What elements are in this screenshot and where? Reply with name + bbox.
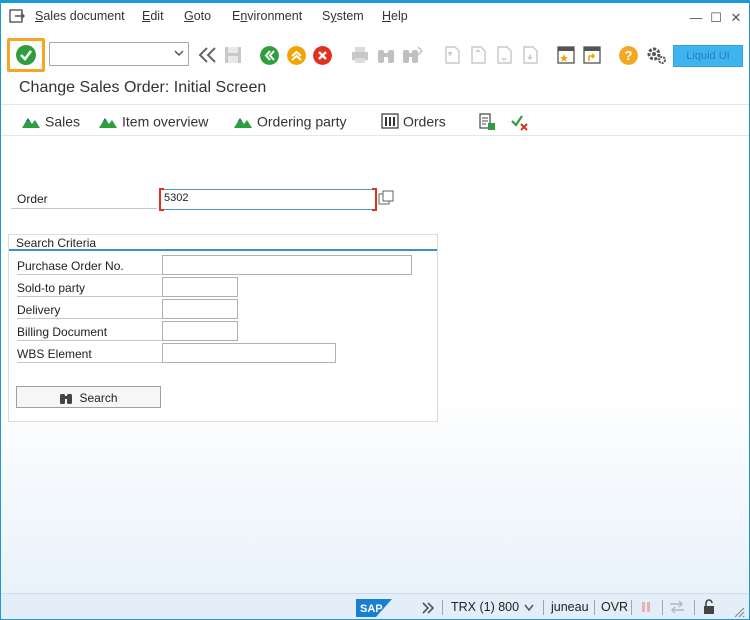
- search-criteria-title: Search Criteria: [9, 235, 437, 251]
- wbs-element-input[interactable]: [162, 343, 336, 363]
- double-chevron-right-icon[interactable]: [421, 601, 435, 615]
- menu-edit[interactable]: Edit: [142, 9, 164, 23]
- status-divider: [694, 600, 695, 615]
- mountain-chart-icon: [22, 118, 40, 129]
- sold-to-party-input[interactable]: [162, 277, 238, 297]
- chevron-down-icon[interactable]: [524, 604, 534, 612]
- svg-text:SAP: SAP: [360, 603, 383, 615]
- first-page-icon[interactable]: [441, 44, 463, 66]
- status-divider: [662, 600, 663, 615]
- wbs-element-label: WBS Element: [17, 344, 165, 363]
- transfer-icon: [670, 600, 684, 614]
- checkmark-icon: [16, 45, 36, 65]
- generate-shortcut-icon[interactable]: [581, 44, 603, 66]
- billing-document-label: Billing Document: [17, 322, 165, 341]
- status-divider: [594, 600, 595, 615]
- print-icon[interactable]: [349, 44, 371, 66]
- main-content: Order 5302 Search Criteria Purchase Orde…: [1, 137, 749, 593]
- menu-bar: Sales document Edit Goto Environment Sys…: [1, 3, 749, 31]
- insert-mode-status[interactable]: OVR: [601, 600, 628, 614]
- previous-page-icon[interactable]: [467, 44, 489, 66]
- find-icon[interactable]: [375, 44, 397, 66]
- status-divider: [442, 600, 443, 615]
- command-field[interactable]: [49, 42, 189, 66]
- exit-icon[interactable]: [287, 46, 306, 65]
- status-bar: SAP TRX (1) 800 juneau OVR: [1, 593, 749, 619]
- purchase-order-input[interactable]: [162, 255, 412, 275]
- menu-system[interactable]: System: [322, 9, 364, 23]
- find-next-icon[interactable]: [401, 44, 423, 66]
- status-divider: [631, 600, 632, 615]
- double-chevron-left-icon[interactable]: [197, 44, 219, 66]
- standard-toolbar: ? Liquid UI: [1, 33, 749, 75]
- delivery-input[interactable]: [162, 299, 238, 319]
- connection-icon: [642, 602, 650, 612]
- sap-logo-icon: SAP: [356, 599, 392, 617]
- order-label: Order: [11, 189, 157, 209]
- menu-sales-document[interactable]: Sales document: [35, 9, 125, 23]
- ordering-party-button[interactable]: Ordering party: [233, 112, 346, 132]
- close-icon[interactable]: ✕: [729, 11, 743, 25]
- menu-exit-icon[interactable]: [9, 9, 25, 23]
- menu-goto[interactable]: Goto: [184, 9, 211, 23]
- search-criteria-group: Search Criteria Purchase Order No. Sold-…: [8, 234, 438, 422]
- mountain-chart-icon: [234, 118, 252, 129]
- next-page-icon[interactable]: [493, 44, 515, 66]
- enter-button[interactable]: [7, 38, 45, 72]
- required-marker: [159, 188, 164, 211]
- sold-to-party-label: Sold-to party: [17, 278, 165, 297]
- sap-window: Sales document Edit Goto Environment Sys…: [0, 0, 750, 620]
- help-icon[interactable]: ?: [619, 46, 638, 65]
- delivery-label: Delivery: [17, 300, 165, 319]
- orders-list-icon: [381, 113, 399, 129]
- chevron-down-icon[interactable]: [174, 48, 184, 58]
- create-session-icon[interactable]: [555, 44, 577, 66]
- required-marker: [372, 188, 377, 211]
- billing-document-input[interactable]: [162, 321, 238, 341]
- order-input[interactable]: 5302: [159, 188, 377, 211]
- mountain-chart-icon: [99, 118, 117, 129]
- minimize-icon[interactable]: —: [689, 11, 703, 25]
- back-icon[interactable]: [260, 46, 279, 65]
- menu-environment[interactable]: Environment: [232, 9, 302, 23]
- liquid-ui-button[interactable]: Liquid UI: [673, 45, 743, 67]
- cancel-icon[interactable]: [313, 46, 332, 65]
- transaction-status[interactable]: TRX (1) 800: [451, 600, 519, 614]
- page-title: Change Sales Order: Initial Screen: [19, 79, 267, 96]
- status-divider: [543, 600, 544, 615]
- menu-help[interactable]: Help: [382, 9, 408, 23]
- application-toolbar: Sales Item overview Ordering party Order…: [1, 104, 749, 136]
- user-status: juneau: [551, 600, 589, 614]
- save-icon[interactable]: [222, 44, 244, 66]
- sales-button[interactable]: Sales: [21, 112, 80, 132]
- value-help-icon[interactable]: [378, 190, 394, 207]
- item-overview-button[interactable]: Item overview: [98, 112, 208, 132]
- binoculars-icon: [60, 393, 73, 404]
- resize-grip-icon[interactable]: [731, 604, 745, 618]
- check-cancel-icon[interactable]: [510, 112, 530, 132]
- gear-icon[interactable]: [645, 44, 667, 66]
- lock-icon[interactable]: [702, 599, 716, 615]
- document-flow-icon[interactable]: [477, 112, 497, 132]
- orders-button[interactable]: Orders: [381, 112, 446, 132]
- last-page-icon[interactable]: [519, 44, 541, 66]
- maximize-icon[interactable]: ☐: [709, 11, 723, 25]
- svg-text:?: ?: [625, 48, 633, 63]
- purchase-order-label: Purchase Order No.: [17, 256, 165, 275]
- search-button[interactable]: Search: [16, 386, 161, 408]
